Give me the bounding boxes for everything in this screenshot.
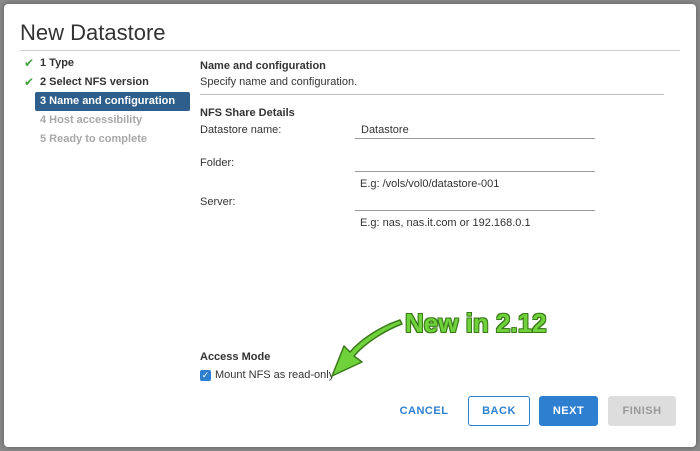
check-icon: ✔ xyxy=(24,75,35,89)
section-description: Specify name and configuration. xyxy=(200,76,358,88)
step-select-nfs-version[interactable]: ✔ 2 Select NFS version xyxy=(20,73,190,92)
access-mode-title: Access Mode xyxy=(200,351,271,363)
datastore-name-input[interactable] xyxy=(355,121,595,139)
nfs-share-details-title: NFS Share Details xyxy=(200,107,295,119)
server-hint: E.g: nas, nas.it.com or 192.168.0.1 xyxy=(360,217,531,229)
finish-button: FINISH xyxy=(608,396,676,426)
server-label: Server: xyxy=(200,196,236,208)
wizard-steps: ✔ 1 Type ✔ 2 Select NFS version 3 Name a… xyxy=(20,54,190,149)
section-title: Name and configuration xyxy=(200,60,326,72)
step-ready-to-complete: 5 Ready to complete xyxy=(20,130,190,149)
folder-hint: E.g: /vols/vol0/datastore-001 xyxy=(360,178,500,190)
step-type[interactable]: ✔ 1 Type xyxy=(20,54,190,73)
dialog-title: New Datastore xyxy=(20,20,166,45)
step-label: 2 Select NFS version xyxy=(40,76,149,88)
step-host-accessibility: 4 Host accessibility xyxy=(20,111,190,130)
step-label: 5 Ready to complete xyxy=(40,133,147,145)
arrow-icon xyxy=(331,319,403,377)
section-divider xyxy=(200,94,664,95)
step-label: 3 Name and configuration xyxy=(40,95,176,107)
annotation-label: New in 2.12 xyxy=(405,308,547,338)
step-label: 1 Type xyxy=(40,57,75,69)
readonly-checkbox[interactable]: ✓ xyxy=(200,369,211,381)
next-button[interactable]: NEXT xyxy=(539,396,598,426)
server-input[interactable] xyxy=(355,193,595,211)
datastore-name-label: Datastore name: xyxy=(200,124,282,136)
cancel-button[interactable]: CANCEL xyxy=(390,396,458,426)
readonly-label: Mount NFS as read-only xyxy=(215,369,335,381)
title-divider xyxy=(20,50,680,51)
back-button[interactable]: BACK xyxy=(468,396,530,426)
folder-label: Folder: xyxy=(200,157,235,169)
readonly-option[interactable]: ✓ Mount NFS as read-only xyxy=(200,367,334,383)
folder-input[interactable] xyxy=(355,154,595,172)
step-label: 4 Host accessibility xyxy=(40,114,143,126)
check-icon: ✔ xyxy=(24,56,35,70)
step-name-and-configuration[interactable]: 3 Name and configuration xyxy=(35,92,190,111)
